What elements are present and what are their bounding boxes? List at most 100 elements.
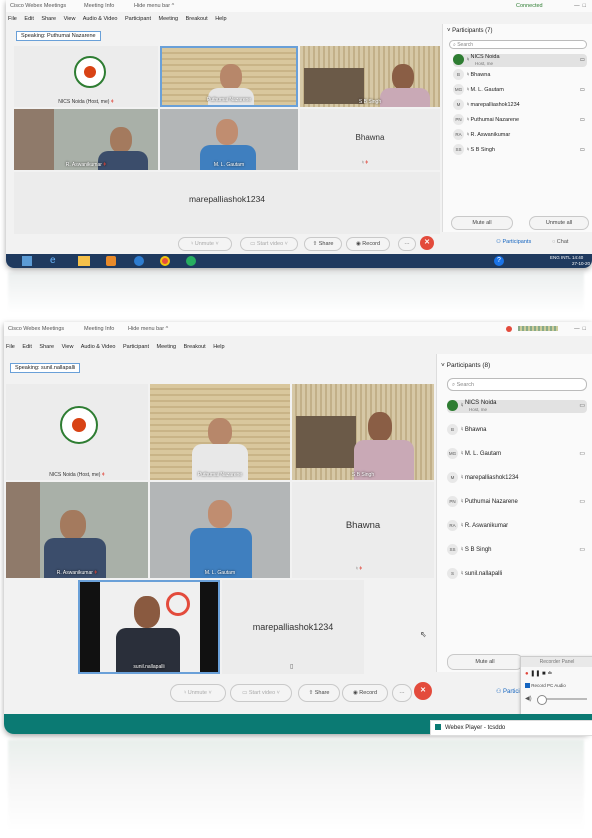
participant-name: R. Aswanikumar <box>464 523 509 530</box>
hide-menu-button[interactable]: Hide menu bar ^ <box>134 0 174 12</box>
more-button[interactable]: ··· <box>392 684 412 702</box>
participant-row[interactable]: ♮ NICS Noida Host, me ▭ <box>453 54 587 67</box>
volume-slider[interactable] <box>537 695 587 705</box>
record-icon[interactable]: ● <box>525 671 529 677</box>
participant-name: NICS Noida <box>464 400 497 407</box>
menu-view[interactable]: View <box>62 344 74 350</box>
menu-participant[interactable]: Participant <box>123 344 149 350</box>
participant-row[interactable]: M ♮ marepalliashok1234 <box>453 99 587 112</box>
participant-role: Host, me <box>469 407 488 412</box>
more-button[interactable]: ··· <box>398 237 416 251</box>
menu-file[interactable]: File <box>8 16 17 22</box>
video-tile-sunil[interactable]: sunil.nallapalli <box>78 580 220 674</box>
participant-name: marepalliashok1234 <box>464 475 519 482</box>
webex-icon[interactable] <box>186 256 196 266</box>
video-tile-sb-singh[interactable]: S B Singh <box>292 384 434 480</box>
menu-file[interactable]: File <box>6 344 15 350</box>
mute-all-button[interactable]: Mute all <box>447 654 523 670</box>
video-tile-ml-gautam[interactable]: M. L. Gautam <box>150 482 290 578</box>
menu-meeting[interactable]: Meeting <box>159 16 179 22</box>
menu-audio-video[interactable]: Audio & Video <box>83 16 118 22</box>
chat-tab-button[interactable]: ◌ Chat <box>552 239 568 245</box>
video-tile-aswanikumar[interactable]: R. Aswanikumar ǂ <box>6 482 148 578</box>
window-controls[interactable]: — □ <box>574 0 586 12</box>
unmute-button[interactable]: ♮ Unmute ˅ <box>178 237 232 251</box>
menu-share[interactable]: Share <box>39 344 54 350</box>
video-tile-sb-singh[interactable]: S B Singh <box>300 46 440 107</box>
app-icon[interactable] <box>134 256 144 266</box>
participant-row[interactable]: RA ♮ R. Aswanikumar <box>453 129 587 142</box>
video-tile-puthumai[interactable]: Puthumai Nazarene <box>150 384 290 480</box>
participant-row[interactable]: MG ♮ M. L. Gautam ▭ <box>453 84 587 97</box>
menu-edit[interactable]: Edit <box>22 344 31 350</box>
menu-breakout[interactable]: Breakout <box>186 16 208 22</box>
meeting-info-button[interactable]: Meeting Info <box>84 322 114 336</box>
share-button[interactable]: ⇧ Share <box>298 684 340 702</box>
participant-name: S B Singh <box>470 147 495 153</box>
menu-share[interactable]: Share <box>41 16 56 22</box>
media-icon[interactable] <box>106 256 116 266</box>
video-tile-nics-noida[interactable]: NICS Noida (Host, me) ǂ <box>14 46 158 107</box>
start-video-button[interactable]: ▭ Start video ˅ <box>240 237 298 251</box>
video-tile-aswanikumar[interactable]: R. Aswanikumar ǂ <box>14 109 158 170</box>
stop-icon[interactable]: ■ <box>542 671 546 677</box>
participant-row[interactable]: B ♮ Bhawna <box>447 424 587 437</box>
checkbox-icon[interactable] <box>525 683 530 689</box>
video-tile-bhawna[interactable]: Bhawna ♮ ǂ <box>300 109 440 170</box>
player-title: Webex Player - tcsddo <box>445 725 506 731</box>
menu-breakout[interactable]: Breakout <box>184 344 206 350</box>
hide-menu-button[interactable]: Hide menu bar ^ <box>128 322 168 336</box>
video-tile-puthumai[interactable]: Puthumai Nazarene <box>160 46 298 107</box>
video-tile-ml-gautam[interactable]: M. L. Gautam <box>160 109 298 170</box>
participant-search[interactable]: ⌕ Search <box>449 40 587 49</box>
menu-participant[interactable]: Participant <box>125 16 151 22</box>
chrome-icon[interactable] <box>160 256 170 266</box>
participant-row[interactable]: SS ♮ S B Singh ▭ <box>453 144 587 157</box>
menu-view[interactable]: View <box>64 16 76 22</box>
participant-row[interactable]: ♮ NICS Noida Host, me ▭ <box>447 400 587 413</box>
participant-row[interactable]: MG ♮ M. L. Gautam ▭ <box>447 448 587 461</box>
help-icon[interactable]: ? <box>494 256 504 266</box>
participant-row[interactable]: S ♮ sunil.nallapalli <box>447 568 587 581</box>
video-tile-bhawna[interactable]: Bhawna ♮ ǂ <box>292 482 434 578</box>
record-pc-audio-option[interactable]: Record PC Audio <box>525 683 566 689</box>
participant-row[interactable]: B ♮ Bhawna <box>453 69 587 82</box>
video-tile-marepalliashok[interactable]: marepalliashok1234 <box>14 172 440 234</box>
video-tile-marepalliashok[interactable]: marepalliashok1234 ▯ <box>222 580 364 674</box>
tile-name-large: Bhawna <box>355 133 385 142</box>
unmute-button[interactable]: ♮ Unmute ˅ <box>170 684 226 702</box>
record-button[interactable]: ◉ Record <box>342 684 388 702</box>
menu-edit[interactable]: Edit <box>24 16 33 22</box>
participants-tab-button[interactable]: ⚇ Participants <box>496 239 531 245</box>
menu-help[interactable]: Help <box>213 344 224 350</box>
unmute-all-button[interactable]: Unmute all <box>529 216 589 230</box>
share-button[interactable]: ⇧ Share <box>304 237 342 251</box>
mute-all-button[interactable]: Mute all <box>451 216 513 230</box>
camera-icon: ▭ <box>579 547 585 553</box>
participant-row[interactable]: M ♮ marepalliashok1234 <box>447 472 587 485</box>
participant-search[interactable]: ⌕ Search <box>447 378 587 391</box>
participant-row[interactable]: PN ♮ Puthumai Nazarene ▭ <box>453 114 587 127</box>
start-video-button[interactable]: ▭ Start video ˅ <box>230 684 292 702</box>
menu-audio-video[interactable]: Audio & Video <box>81 344 116 350</box>
start-icon[interactable] <box>22 256 32 266</box>
ie-icon[interactable]: e <box>50 255 56 266</box>
video-tile-nics-noida[interactable]: NICS Noida (Host, me) ǂ <box>6 384 148 480</box>
webex-player-bar[interactable]: Webex Player - tcsddo <box>430 720 592 736</box>
recorder-controls[interactable]: ● ❚❚ ■ ≐ <box>525 670 552 677</box>
titlebar: Cisco Webex Meetings Meeting Info Hide m… <box>6 0 592 12</box>
end-meeting-button[interactable]: ✕ <box>414 682 432 700</box>
menu-help[interactable]: Help <box>215 16 226 22</box>
participant-row[interactable]: RA ♮ R. Aswanikumar <box>447 520 587 533</box>
pause-icon[interactable]: ❚❚ <box>530 671 540 677</box>
people-icon: ⚇ <box>496 689 504 695</box>
menu-meeting[interactable]: Meeting <box>157 344 177 350</box>
participant-row[interactable]: PN ♮ Puthumai Nazarene ▭ <box>447 496 587 509</box>
folder-icon[interactable] <box>78 256 90 266</box>
participant-row[interactable]: SS ♮ S B Singh ▭ <box>447 544 587 557</box>
settings-icon[interactable]: ≐ <box>547 671 552 677</box>
end-meeting-button[interactable]: ✕ <box>420 236 434 250</box>
window-controls[interactable]: — □ <box>574 322 586 336</box>
record-button[interactable]: ◉ Record <box>346 237 390 251</box>
meeting-info-button[interactable]: Meeting Info <box>84 0 114 12</box>
